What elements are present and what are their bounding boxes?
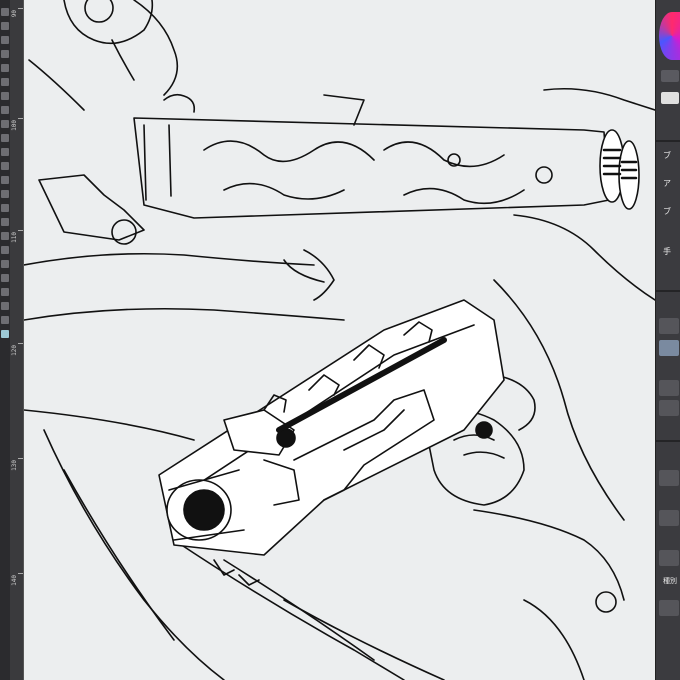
sub-tool-item[interactable]: [659, 550, 679, 566]
pen-tool-icon[interactable]: [1, 78, 9, 86]
sub-color-swatch[interactable]: [661, 92, 679, 104]
correct-line-tool-icon[interactable]: [1, 274, 9, 282]
operation-tool-icon[interactable]: [1, 246, 9, 254]
type-label: 種別: [663, 577, 677, 585]
decoration-tool-icon[interactable]: [1, 288, 9, 296]
pencil-tool-icon[interactable]: [1, 92, 9, 100]
lasso-tool-icon[interactable]: [1, 50, 9, 58]
ruler-label: 100: [11, 120, 18, 131]
brush-tool-icon[interactable]: [1, 106, 9, 114]
select-tool-icon[interactable]: [1, 36, 9, 44]
ruler-label: 120: [11, 345, 18, 356]
brush-preview-stroke[interactable]: [659, 400, 679, 416]
panel-divider: [656, 440, 680, 442]
balloon-tool-icon[interactable]: [1, 260, 9, 268]
ruler-label: 130: [11, 460, 18, 471]
eyedropper-tool-icon[interactable]: [1, 64, 9, 72]
zoom-tool-icon[interactable]: [1, 22, 9, 30]
rotate-tool-icon[interactable]: [1, 316, 9, 324]
drawing-canvas[interactable]: [24, 0, 655, 680]
fill-tool-icon[interactable]: [1, 148, 9, 156]
ruler-label: 140: [11, 575, 18, 586]
color-wheel[interactable]: [659, 12, 680, 60]
move-tool-icon[interactable]: [1, 8, 9, 16]
tool-palette: [0, 0, 10, 680]
brush-preview-stroke[interactable]: [659, 380, 679, 396]
airbrush-tool-icon[interactable]: [1, 120, 9, 128]
brush-size-label: ブ: [663, 151, 671, 160]
gradient-tool-icon[interactable]: [1, 162, 9, 170]
vertical-ruler: 90 100 110 120 130 140: [10, 0, 24, 680]
airbrush-label: ア: [663, 179, 671, 188]
layer-thumbnail-selected[interactable]: [659, 340, 679, 356]
right-side-panel: ブ ア ブ 手 種別: [655, 0, 680, 680]
stabilization-label: 手: [663, 247, 671, 256]
shape-tool-icon[interactable]: [1, 176, 9, 184]
ruler-tick: [18, 118, 23, 119]
line-art-illustration: [24, 0, 655, 680]
panel-divider: [656, 140, 680, 142]
ruler-label: 110: [11, 232, 18, 243]
color-swatch-icon[interactable]: [1, 330, 9, 338]
sub-tool-item[interactable]: [659, 600, 679, 616]
ruler-tick: [18, 343, 23, 344]
brush-density-label: ブ: [663, 207, 671, 216]
ruler-tick: [18, 458, 23, 459]
ruler-tick: [18, 8, 23, 9]
sub-tool-item[interactable]: [659, 510, 679, 526]
ruler-tool-icon[interactable]: [1, 204, 9, 212]
panel-divider: [656, 290, 680, 292]
sub-tool-item[interactable]: [659, 470, 679, 486]
eraser-tool-icon[interactable]: [1, 134, 9, 142]
hand-tool-icon[interactable]: [1, 302, 9, 310]
ruler-label: 90: [11, 10, 18, 18]
text-tool-icon[interactable]: [1, 190, 9, 198]
layer-thumbnail[interactable]: [659, 318, 679, 334]
color-preview[interactable]: [661, 70, 679, 82]
blend-tool-icon[interactable]: [1, 218, 9, 226]
frame-tool-icon[interactable]: [1, 232, 9, 240]
ruler-tick: [18, 230, 23, 231]
ruler-tick: [18, 573, 23, 574]
